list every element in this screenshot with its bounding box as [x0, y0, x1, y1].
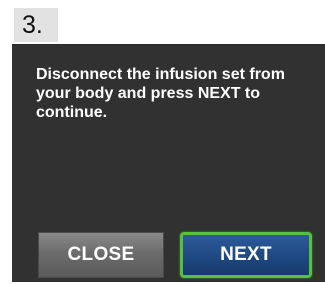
instruction-message: Disconnect the infusion set from your bo…: [36, 66, 285, 121]
next-button[interactable]: NEXT: [180, 232, 312, 278]
close-button[interactable]: CLOSE: [38, 232, 164, 278]
step-number-badge: 3.: [14, 8, 58, 42]
instruction-step: 3. Disconnect the infusion set from your…: [0, 0, 325, 284]
device-screen: Disconnect the infusion set from your bo…: [12, 44, 325, 282]
